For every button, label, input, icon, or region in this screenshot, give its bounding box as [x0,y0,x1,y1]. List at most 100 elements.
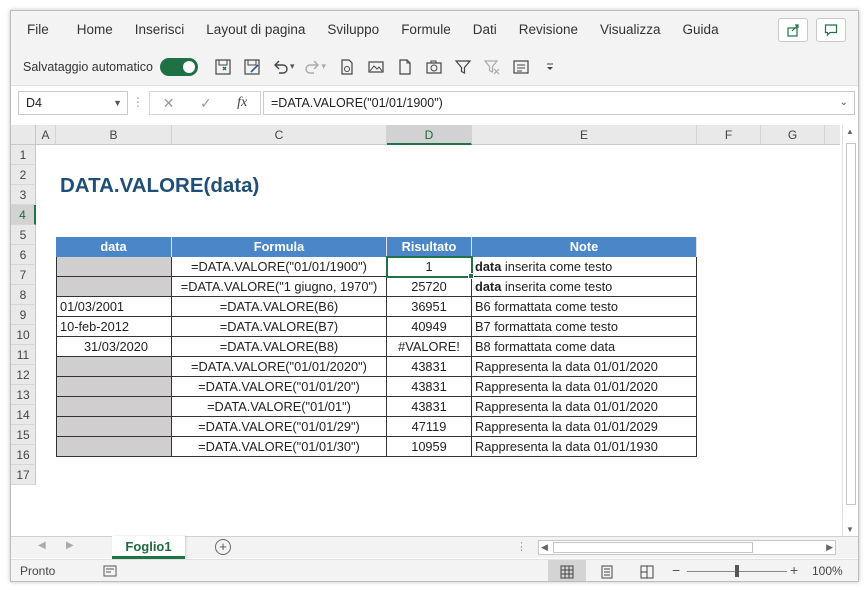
row-header-12[interactable]: 12 [11,365,36,385]
undo-dropdown-icon[interactable]: ▾ [290,61,295,72]
row-header-17[interactable]: 17 [11,465,36,485]
redo-dropdown-icon[interactable]: ▾ [321,61,326,72]
menu-dati[interactable]: Dati [462,11,508,48]
table-header-note[interactable]: Note [472,237,697,257]
camera-button[interactable] [423,56,445,78]
column-header-a[interactable]: A [36,125,56,145]
cell-data[interactable]: 31/03/2020 [56,337,172,357]
scroll-down-icon[interactable]: ▼ [846,525,854,534]
cell-data[interactable] [56,397,172,417]
page-layout-view-button[interactable] [588,560,626,581]
normal-view-button[interactable] [548,560,586,581]
cell-formula[interactable]: =DATA.VALORE("1 giugno, 1970") [172,277,387,297]
cell-risultato[interactable]: 36951 [387,297,472,317]
name-box[interactable]: D4 ▼ [18,91,128,115]
row-header-14[interactable]: 14 [11,405,36,425]
row-header-9[interactable]: 9 [11,305,36,325]
save-button[interactable] [212,56,234,78]
menu-file[interactable]: File [11,11,66,48]
name-box-dropdown-icon[interactable]: ▼ [113,92,122,114]
select-all-corner[interactable] [11,125,36,145]
table-header-data[interactable]: data [56,237,172,257]
cell-risultato[interactable]: 10959 [387,437,472,457]
cell-risultato[interactable]: 47119 [387,417,472,437]
table-header-formula[interactable]: Formula [172,237,387,257]
horizontal-scroll-thumb[interactable] [553,542,753,553]
cell-note[interactable]: Rappresenta la data 01/01/2020 [472,397,697,417]
menu-visualizza[interactable]: Visualizza [589,11,672,48]
cell-risultato[interactable]: 43831 [387,357,472,377]
cell-risultato[interactable]: #VALORE! [387,337,472,357]
cell-formula[interactable]: =DATA.VALORE(B8) [172,337,387,357]
formula-input[interactable]: =DATA.VALORE("01/01/1900") ⌄ [263,91,855,115]
form-button[interactable] [510,56,532,78]
column-header-b[interactable]: B [56,125,172,145]
vertical-scroll-thumb[interactable] [846,143,856,505]
row-header-2[interactable]: 2 [11,165,36,185]
save-as-button[interactable] [241,56,263,78]
image-edit-button[interactable] [365,56,387,78]
row-header-4[interactable]: 4 [11,205,36,225]
cell-data[interactable] [56,437,172,457]
clear-filter-button[interactable] [481,56,503,78]
redo-button[interactable] [301,56,323,78]
column-header-f[interactable]: F [697,125,761,145]
sheet-tab-foglio1[interactable]: Foglio1 [112,536,185,559]
row-header-11[interactable]: 11 [11,345,36,365]
row-header-16[interactable]: 16 [11,445,36,465]
cell-formula[interactable]: =DATA.VALORE("01/01") [172,397,387,417]
menu-inserisci[interactable]: Inserisci [124,11,196,48]
column-header-h[interactable] [825,125,840,145]
active-cell[interactable]: 1 [386,256,473,278]
row-header-1[interactable]: 1 [11,145,36,165]
formula-bar-splitter[interactable]: ⋮ [132,95,144,109]
row-header-7[interactable]: 7 [11,265,36,285]
cell-note[interactable]: Rappresenta la data 01/01/1930 [472,437,697,457]
cell-risultato[interactable]: 43831 [387,377,472,397]
cell-risultato[interactable]: 25720 [387,277,472,297]
customize-toolbar-button[interactable] [539,56,561,78]
prev-sheet-icon[interactable]: ◀ [38,540,46,551]
column-header-g[interactable]: G [761,125,825,145]
menu-layout-pagina[interactable]: Layout di pagina [195,11,316,48]
row-header-8[interactable]: 8 [11,285,36,305]
new-document-button[interactable] [394,56,416,78]
cell-formula[interactable]: =DATA.VALORE("01/01/20") [172,377,387,397]
cell-formula[interactable]: =DATA.VALORE(B6) [172,297,387,317]
autosave-toggle[interactable] [159,57,198,76]
undo-button[interactable] [270,56,292,78]
vertical-scrollbar[interactable]: ▲ ▼ [842,125,858,536]
zoom-level[interactable]: 100% [812,564,843,578]
share-button[interactable] [778,18,808,42]
cell-note[interactable]: B8 formattata come data [472,337,697,357]
expand-formula-icon[interactable]: ⌄ [840,92,848,114]
add-sheet-icon[interactable]: + [215,539,231,555]
insert-function-icon[interactable]: fx [237,95,247,111]
scroll-up-icon[interactable]: ▲ [846,127,854,136]
cell-note[interactable]: Rappresenta la data 01/01/2020 [472,357,697,377]
menu-guida[interactable]: Guida [672,11,730,48]
row-header-15[interactable]: 15 [11,425,36,445]
cell-formula[interactable]: =DATA.VALORE("01/01/29") [172,417,387,437]
zoom-in-icon[interactable]: + [790,562,798,578]
cell-note[interactable]: B7 formattata come testo [472,317,697,337]
cell-data[interactable] [56,417,172,437]
cell-formula[interactable]: =DATA.VALORE("01/01/30") [172,437,387,457]
cell-formula[interactable]: =DATA.VALORE(B7) [172,317,387,337]
menu-home[interactable]: Home [66,11,124,48]
row-header-13[interactable]: 13 [11,385,36,405]
next-sheet-icon[interactable]: ▶ [66,540,74,551]
cell-formula[interactable]: =DATA.VALORE("01/01/1900") [172,257,387,277]
cell-data[interactable] [56,357,172,377]
print-preview-button[interactable] [336,56,358,78]
cell-data[interactable] [56,377,172,397]
filter-button[interactable] [452,56,474,78]
sheet-title[interactable]: DATA.VALORE(data) [60,174,259,198]
cell-note[interactable]: data inserita come testo [472,257,697,277]
comments-button[interactable] [816,18,846,42]
scroll-left-icon[interactable]: ◀ [541,541,548,554]
fill-handle[interactable] [468,273,474,279]
menu-revisione[interactable]: Revisione [508,11,589,48]
cell-data[interactable] [56,257,172,277]
column-header-c[interactable]: C [172,125,387,145]
